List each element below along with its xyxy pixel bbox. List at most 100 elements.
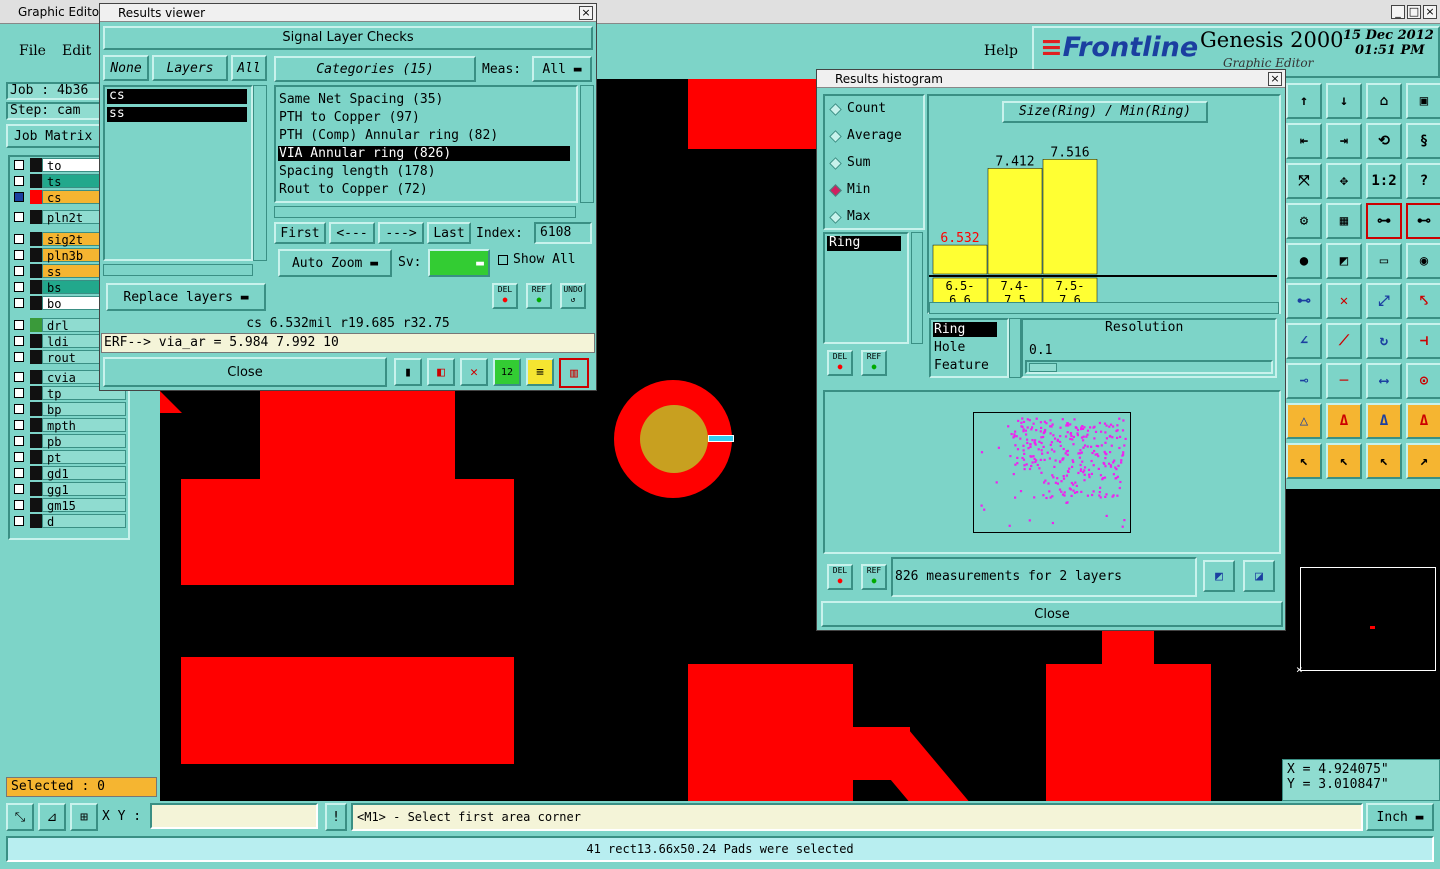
move-left-icon[interactable]: ⇤: [1286, 123, 1322, 159]
arc-icon[interactable]: ↻: [1366, 323, 1402, 359]
rv-category-item[interactable]: PTH to Copper (97): [278, 110, 570, 125]
move-right-icon[interactable]: ⇥: [1326, 123, 1362, 159]
layer-gd1[interactable]: gd1: [42, 466, 126, 481]
hist-resolution-slider[interactable]: [1025, 360, 1273, 374]
rv-report-icon[interactable]: ▮: [394, 358, 422, 386]
layer-pb[interactable]: pb: [42, 434, 126, 449]
layer-d[interactable]: d: [42, 514, 126, 529]
layer-checkbox[interactable]: [14, 176, 24, 186]
main-minimize-icon[interactable]: _: [1391, 5, 1405, 19]
overview-map[interactable]: ×: [1282, 489, 1440, 759]
rv-ref-clear-icon[interactable]: ✕: [460, 358, 488, 386]
layer-checkbox[interactable]: [14, 484, 24, 494]
hist-measure-item[interactable]: Ring: [827, 236, 901, 251]
layer-mpth[interactable]: mpth: [42, 418, 126, 433]
rv-histogram-icon[interactable]: ▥: [559, 358, 589, 388]
rv-categories-button[interactable]: Categories (15): [274, 56, 476, 82]
layer-gg1[interactable]: gg1: [42, 482, 126, 497]
layer-checkbox[interactable]: [14, 388, 24, 398]
hist-bar[interactable]: [987, 168, 1043, 275]
rv-category-item[interactable]: Same Net Spacing (35): [278, 92, 570, 107]
menu-edit[interactable]: Edit: [62, 43, 91, 59]
rv-auto-zoom[interactable]: Auto Zoom ▬: [278, 249, 392, 277]
pan-icon[interactable]: ✥: [1326, 163, 1362, 199]
rv-sv-color[interactable]: ▬: [428, 249, 490, 277]
fill-icon[interactable]: ◩: [1326, 243, 1362, 279]
layer-checkbox[interactable]: [14, 282, 24, 292]
results-viewer-close-icon[interactable]: ×: [579, 6, 593, 20]
measure-icon[interactable]: ⟷: [1366, 363, 1402, 399]
rv-numbered-icon[interactable]: 12: [493, 358, 521, 386]
histogram-close-icon[interactable]: ×: [1268, 72, 1282, 86]
triangle-icon[interactable]: △: [1286, 403, 1322, 439]
slope-icon[interactable]: ⟋: [1326, 323, 1362, 359]
rv-layer-hscrollbar[interactable]: [103, 264, 253, 276]
rv-index-input[interactable]: 6108: [534, 222, 592, 244]
rv-category-item[interactable]: Rout to Copper (72): [278, 182, 570, 197]
mode-label[interactable]: Average: [847, 128, 902, 143]
node-icon[interactable]: ⊸: [1286, 363, 1322, 399]
rv-category-hscrollbar[interactable]: [274, 206, 576, 218]
rv-first-button[interactable]: First: [274, 222, 326, 244]
rv-category-list[interactable]: Same Net Spacing (35) PTH to Copper (97) P…: [274, 85, 578, 203]
grid-icon[interactable]: ⊞: [70, 803, 98, 831]
rv-layer-item[interactable]: cs: [107, 89, 247, 104]
layer-checkbox[interactable]: [14, 468, 24, 478]
mode-label[interactable]: Max: [847, 209, 870, 224]
layer-checkbox[interactable]: [14, 192, 24, 202]
rv-last-button[interactable]: Last: [427, 222, 471, 244]
hist-hscrollbar[interactable]: [929, 302, 1279, 314]
xy-input[interactable]: [150, 803, 318, 829]
zoom-ratio-icon[interactable]: 1:2: [1366, 163, 1402, 199]
rv-undo-button[interactable]: UNDO ↺: [560, 283, 586, 309]
rv-highlight-icon[interactable]: ◧: [427, 358, 455, 386]
mode-label[interactable]: Sum: [847, 155, 870, 170]
rv-prev-button[interactable]: <---: [329, 222, 375, 244]
rv-category-scrollbar[interactable]: [580, 85, 594, 203]
layer-checkbox[interactable]: [14, 436, 24, 446]
measure-icon[interactable]: ⊿: [38, 803, 66, 831]
rv-layer-item[interactable]: ss: [107, 107, 247, 122]
rv-category-item[interactable]: Spacing length (178): [278, 164, 570, 179]
slider-thumb[interactable]: [1029, 363, 1057, 372]
hist-attr-item[interactable]: Ring: [933, 322, 997, 337]
layer-checkbox[interactable]: [14, 420, 24, 430]
layer-checkbox[interactable]: [14, 266, 24, 276]
rv-layers-button[interactable]: Layers: [152, 55, 228, 81]
hist-measure-list[interactable]: Ring: [823, 232, 909, 344]
info-icon[interactable]: !: [325, 803, 347, 831]
hist-ref-button[interactable]: REF ●: [861, 350, 887, 376]
segment-icon[interactable]: ─: [1326, 363, 1362, 399]
hist-del-button[interactable]: DEL ●: [827, 350, 853, 376]
ruler-icon[interactable]: ▭: [1366, 243, 1402, 279]
layer-bp[interactable]: bp: [42, 402, 126, 417]
layer-pt[interactable]: pt: [42, 450, 126, 465]
rv-next-button[interactable]: --->: [378, 222, 424, 244]
hist-bar[interactable]: [1042, 159, 1098, 275]
rv-show-all-checkbox[interactable]: [498, 255, 508, 265]
units-select[interactable]: Inch ▬: [1366, 803, 1434, 831]
hist-attr-item[interactable]: Feature: [933, 358, 997, 373]
settings-icon[interactable]: ⚙: [1286, 203, 1322, 239]
redraw-icon[interactable]: §: [1406, 123, 1440, 159]
rv-all-button[interactable]: All: [231, 55, 267, 81]
layer-checkbox[interactable]: [14, 404, 24, 414]
hist-bar[interactable]: [932, 244, 988, 275]
layer-checkbox[interactable]: [14, 160, 24, 170]
rv-layer-scrollbar[interactable]: [253, 85, 267, 261]
rotate-icon[interactable]: ⟲: [1366, 123, 1402, 159]
hist-attr-list[interactable]: Ring Hole Feature: [929, 318, 1009, 378]
layer-checkbox[interactable]: [14, 372, 24, 382]
hist-attr-item[interactable]: Hole: [933, 340, 997, 355]
delete-icon[interactable]: ✕: [1326, 283, 1362, 319]
rv-meas-select[interactable]: All ▬: [532, 56, 592, 82]
hist-close-button[interactable]: Close: [821, 601, 1283, 627]
angle-icon[interactable]: ∠: [1286, 323, 1322, 359]
hist-zoom-icon[interactable]: ◪: [1243, 560, 1275, 592]
move-up-icon[interactable]: ↑: [1286, 83, 1322, 119]
rv-none-button[interactable]: None: [103, 55, 149, 81]
menu-file[interactable]: File: [19, 43, 46, 59]
hist-measure-scrollbar[interactable]: [911, 232, 923, 344]
cursor-edit-icon[interactable]: ↖: [1366, 443, 1402, 479]
connect-icon[interactable]: ⊷: [1286, 283, 1322, 319]
